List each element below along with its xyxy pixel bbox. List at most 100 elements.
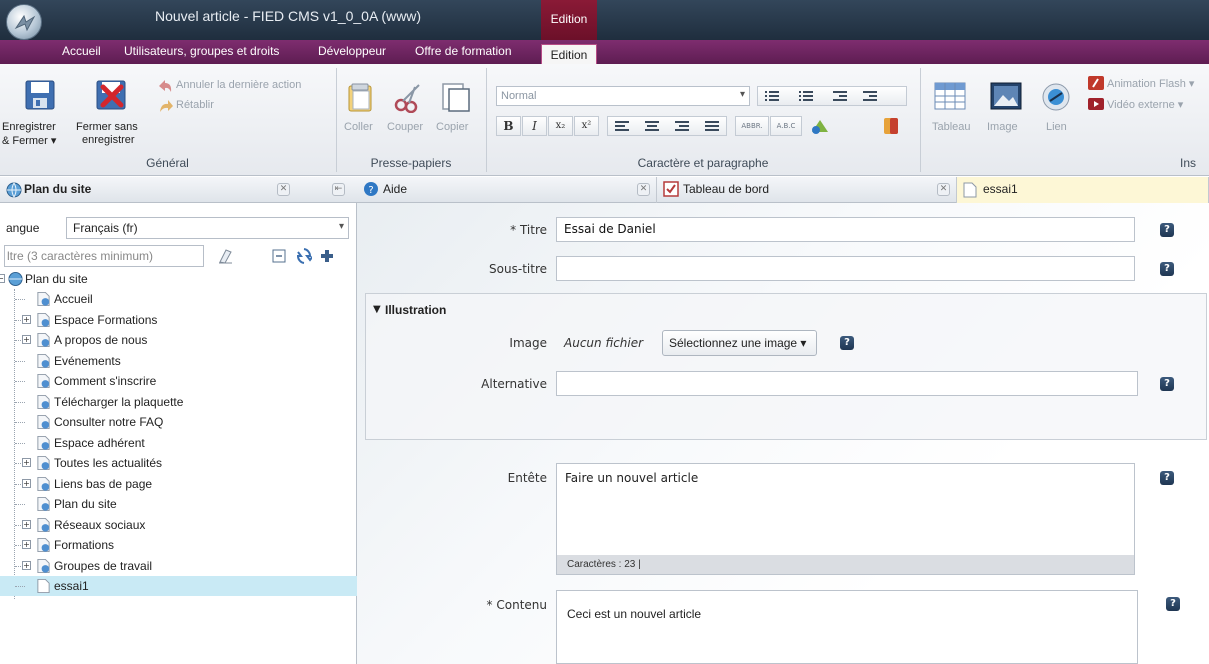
help-icon[interactable]: ? xyxy=(1160,377,1174,391)
help-icon[interactable]: ? xyxy=(840,336,854,350)
expand-icon[interactable]: + xyxy=(22,540,31,549)
save-close-label[interactable]: Enregistrer xyxy=(2,121,56,133)
list-buttons[interactable] xyxy=(757,86,907,106)
illustration-title[interactable]: Illustration xyxy=(385,303,446,317)
flash-label[interactable]: Animation Flash ▾ xyxy=(1107,77,1194,90)
tree-root[interactable]: − Plan du site xyxy=(0,269,357,289)
clear-format-icon[interactable] xyxy=(880,116,904,139)
paste-label[interactable]: Coller xyxy=(344,121,373,133)
help-icon[interactable]: ? xyxy=(1166,597,1180,611)
tab-tableau-de-bord[interactable]: Tableau de bord ✕ xyxy=(657,177,957,203)
filter-input[interactable]: ltre (3 caractères minimum) xyxy=(4,245,204,267)
link-label[interactable]: Lien xyxy=(1046,121,1067,133)
save-close-menu[interactable]: & Fermer ▾ xyxy=(2,134,56,147)
language-select[interactable]: Français (fr) ▾ xyxy=(66,217,349,239)
contenu-editor[interactable]: Ceci est un nouvel article xyxy=(556,590,1138,664)
tree-item[interactable]: + Liens bas de page xyxy=(0,474,357,494)
help-icon[interactable]: ? xyxy=(1160,223,1174,237)
flash-icon[interactable] xyxy=(1088,76,1104,93)
tree-item[interactable]: Accueil xyxy=(0,289,357,309)
alternative-input[interactable] xyxy=(556,371,1138,396)
tree-item[interactable]: Comment s'inscrire xyxy=(0,371,357,391)
tree-item[interactable]: Consulter notre FAQ xyxy=(0,412,357,432)
select-image-button[interactable]: Sélectionnez une image ▾ xyxy=(662,330,817,356)
close-icon[interactable]: ✕ xyxy=(277,183,290,196)
undo-icon[interactable] xyxy=(157,78,173,97)
subscript-button[interactable]: x₂ xyxy=(548,116,573,136)
tree-item[interactable]: + Réseaux sociaux xyxy=(0,515,357,535)
web-page-icon xyxy=(37,312,50,327)
tab-offre-formation[interactable]: Offre de formation xyxy=(415,44,512,58)
close-without-saving-icon[interactable] xyxy=(95,79,127,114)
abbreviation-button[interactable]: ABBR. xyxy=(735,116,769,136)
image-insert-label[interactable]: Image xyxy=(987,121,1018,133)
table-label[interactable]: Tableau xyxy=(932,121,971,133)
entete-textarea[interactable]: Faire un nouvel article Caractères : 23 … xyxy=(556,463,1135,575)
redo-label[interactable]: Rétablir xyxy=(176,99,214,111)
site-plan-title: Plan du site xyxy=(24,182,92,196)
expand-icon[interactable]: + xyxy=(22,458,31,467)
expand-icon[interactable]: + xyxy=(22,560,31,570)
image-insert-icon[interactable] xyxy=(989,81,1023,116)
superscript-button[interactable]: x² xyxy=(574,116,599,136)
tree-item[interactable]: Evénements xyxy=(0,351,357,371)
refresh-icon[interactable] xyxy=(296,247,314,268)
titre-input[interactable]: Essai de Daniel xyxy=(556,217,1135,242)
close-icon[interactable]: ✕ xyxy=(637,183,650,196)
tree-item[interactable]: + Toutes les actualités xyxy=(0,453,357,473)
video-label[interactable]: Vidéo externe ▾ xyxy=(1107,98,1183,111)
document-tab-bar: ? Aide ✕ Tableau de bord ✕ essai1 xyxy=(357,177,1209,203)
style-select[interactable]: Normal ▾ xyxy=(496,86,750,106)
tree-item[interactable]: + Groupes de travail xyxy=(0,556,357,576)
globe-icon xyxy=(6,182,22,201)
close-without-saving-label[interactable]: Fermer sans xyxy=(76,121,138,133)
web-page-icon xyxy=(37,291,50,307)
help-icon[interactable]: ? xyxy=(1160,471,1174,485)
tree-item[interactable]: + Espace Formations xyxy=(0,310,357,330)
expand-icon[interactable]: + xyxy=(22,519,31,529)
expand-icon[interactable]: + xyxy=(22,335,31,344)
collapse-icon[interactable]: − xyxy=(0,274,5,283)
dashboard-icon xyxy=(663,181,679,197)
tree-item[interactable]: Espace adhérent xyxy=(0,433,357,453)
tree-item[interactable]: Plan du site xyxy=(0,494,357,514)
link-icon[interactable] xyxy=(1040,81,1072,116)
copy-icon[interactable] xyxy=(440,81,472,116)
settings-puzzle-icon[interactable] xyxy=(318,247,336,268)
tab-edition[interactable]: Edition xyxy=(541,44,597,65)
alignment-buttons[interactable] xyxy=(607,116,727,136)
tab-aide[interactable]: ? Aide ✕ xyxy=(357,177,657,203)
redo-icon[interactable] xyxy=(158,98,174,117)
cut-label[interactable]: Couper xyxy=(387,121,423,133)
eraser-icon[interactable] xyxy=(216,247,234,268)
tree-item[interactable]: Télécharger la plaquette xyxy=(0,392,357,412)
copy-label[interactable]: Copier xyxy=(436,121,468,133)
sous-titre-input[interactable] xyxy=(556,256,1135,281)
tree-item[interactable]: + Formations xyxy=(0,535,357,555)
undo-label[interactable]: Annuler la dernière action xyxy=(176,79,301,91)
tab-utilisateurs[interactable]: Utilisateurs, groupes et droits xyxy=(124,44,279,58)
video-icon[interactable] xyxy=(1088,97,1104,114)
acronym-button[interactable]: A.B.C xyxy=(770,116,802,136)
spellcheck-icon[interactable] xyxy=(808,116,832,139)
chevron-down-icon[interactable]: ▼ xyxy=(373,304,381,315)
tree-item[interactable]: + A propos de nous xyxy=(0,330,357,350)
tree-guide-line xyxy=(15,381,25,382)
pin-icon[interactable]: ⇤ xyxy=(332,183,345,196)
paste-icon[interactable] xyxy=(345,81,377,116)
help-icon[interactable]: ? xyxy=(1160,262,1174,276)
collapse-all-icon[interactable] xyxy=(272,249,286,266)
table-icon[interactable] xyxy=(933,81,967,116)
expand-icon[interactable]: + xyxy=(22,314,31,324)
tab-accueil[interactable]: Accueil xyxy=(62,44,101,58)
cut-icon[interactable] xyxy=(393,81,425,116)
tree-item[interactable]: essai1 xyxy=(0,576,357,596)
tab-developpeur[interactable]: Développeur xyxy=(318,44,386,58)
italic-button[interactable]: I xyxy=(522,116,547,136)
app-logo-icon[interactable] xyxy=(6,4,42,40)
expand-icon[interactable]: + xyxy=(22,478,31,488)
tab-essai1[interactable]: essai1 xyxy=(957,177,1209,203)
save-icon[interactable] xyxy=(24,79,56,114)
bold-button[interactable]: B xyxy=(496,116,521,136)
close-icon[interactable]: ✕ xyxy=(937,183,950,196)
